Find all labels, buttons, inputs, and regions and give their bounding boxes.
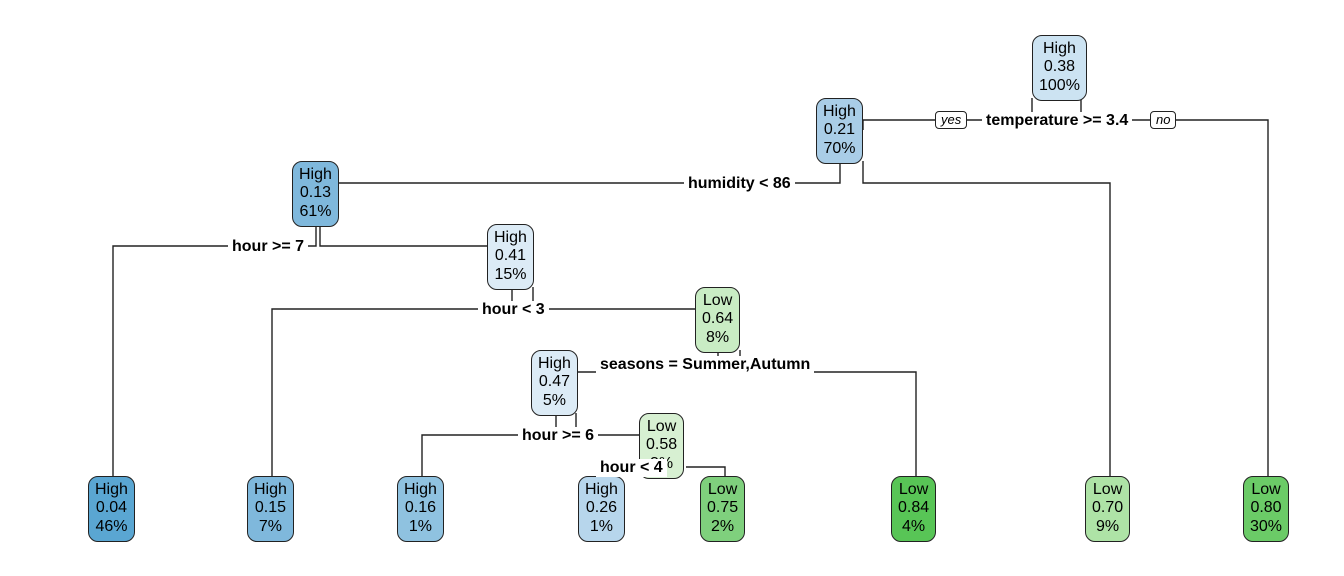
tree-leaf: High 0.15 7% (247, 476, 294, 542)
split-label: hour >= 6 (518, 427, 598, 445)
split-label: hour < 4 (596, 459, 667, 477)
split-label: seasons = Summer,Autumn (596, 356, 814, 374)
tree-node: High 0.47 5% (531, 350, 578, 416)
tree-leaf: High 0.04 46% (88, 476, 135, 542)
node-prob: 0.38 (1039, 58, 1080, 76)
tree-edges (0, 0, 1344, 576)
tree-leaf: Low 0.70 9% (1085, 476, 1130, 542)
node-class: High (1039, 40, 1080, 58)
tree-leaf: High 0.16 1% (397, 476, 444, 542)
decision-tree-diagram: High 0.38 100% High 0.21 70% High 0.13 6… (0, 0, 1344, 576)
tree-node: Low 0.64 8% (695, 287, 740, 353)
split-label-root: temperature >= 3.4 (982, 112, 1132, 130)
tree-node-root: High 0.38 100% (1032, 35, 1087, 101)
tree-leaf: High 0.26 1% (578, 476, 625, 542)
tree-node: High 0.13 61% (292, 161, 339, 227)
split-label: hour >= 7 (228, 238, 308, 256)
split-label: humidity < 86 (684, 175, 795, 193)
branch-no-tag: no (1150, 111, 1176, 129)
tree-node: High 0.41 15% (487, 224, 534, 290)
split-label: hour < 3 (478, 301, 549, 319)
tree-leaf: Low 0.84 4% (891, 476, 936, 542)
node-pct: 100% (1039, 77, 1080, 95)
branch-yes-tag: yes (935, 111, 967, 129)
tree-leaf: Low 0.75 2% (700, 476, 745, 542)
tree-leaf: Low 0.80 30% (1243, 476, 1289, 542)
tree-node: High 0.21 70% (816, 98, 863, 164)
